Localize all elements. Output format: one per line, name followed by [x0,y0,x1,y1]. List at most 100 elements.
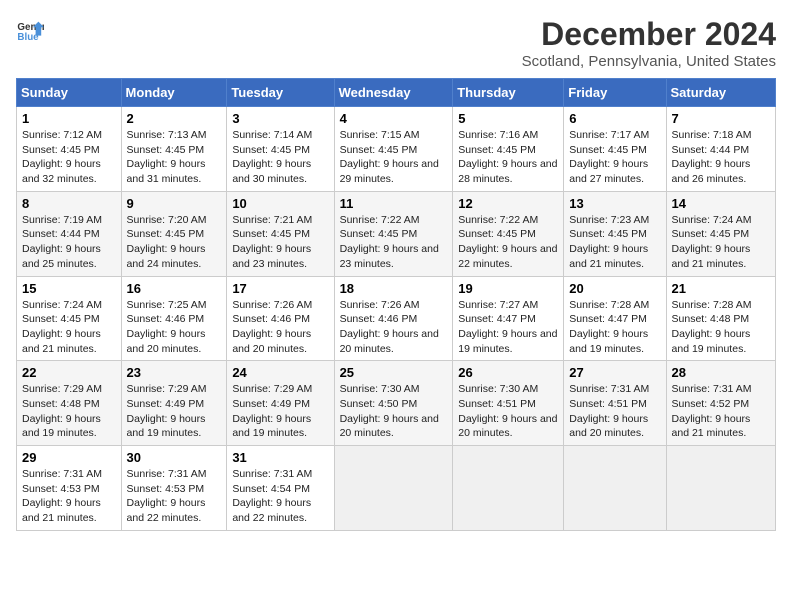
col-header-wednesday: Wednesday [334,79,453,107]
day-number: 4 [340,111,448,126]
col-header-sunday: Sunday [17,79,122,107]
calendar-cell [453,446,564,531]
day-info: Sunrise: 7:13 AMSunset: 4:45 PMDaylight:… [127,128,222,187]
calendar-cell: 22 Sunrise: 7:29 AMSunset: 4:48 PMDaylig… [17,361,122,446]
day-number: 26 [458,365,558,380]
day-number: 16 [127,281,222,296]
day-info: Sunrise: 7:24 AMSunset: 4:45 PMDaylight:… [672,213,770,272]
day-number: 5 [458,111,558,126]
day-number: 24 [232,365,328,380]
day-number: 23 [127,365,222,380]
day-info: Sunrise: 7:29 AMSunset: 4:48 PMDaylight:… [22,382,116,441]
week-row-3: 15 Sunrise: 7:24 AMSunset: 4:45 PMDaylig… [17,276,776,361]
calendar-cell [334,446,453,531]
calendar-cell [564,446,666,531]
calendar-cell: 8 Sunrise: 7:19 AMSunset: 4:44 PMDayligh… [17,191,122,276]
day-info: Sunrise: 7:21 AMSunset: 4:45 PMDaylight:… [232,213,328,272]
day-info: Sunrise: 7:29 AMSunset: 4:49 PMDaylight:… [232,382,328,441]
day-number: 17 [232,281,328,296]
day-number: 20 [569,281,660,296]
day-number: 13 [569,196,660,211]
week-row-1: 1 Sunrise: 7:12 AMSunset: 4:45 PMDayligh… [17,107,776,192]
calendar-cell: 21 Sunrise: 7:28 AMSunset: 4:48 PMDaylig… [666,276,775,361]
week-row-2: 8 Sunrise: 7:19 AMSunset: 4:44 PMDayligh… [17,191,776,276]
week-row-4: 22 Sunrise: 7:29 AMSunset: 4:48 PMDaylig… [17,361,776,446]
title-area: December 2024 Scotland, Pennsylvania, Un… [522,16,776,70]
calendar-cell: 11 Sunrise: 7:22 AMSunset: 4:45 PMDaylig… [334,191,453,276]
day-number: 3 [232,111,328,126]
col-header-saturday: Saturday [666,79,775,107]
calendar-cell: 7 Sunrise: 7:18 AMSunset: 4:44 PMDayligh… [666,107,775,192]
calendar-cell: 26 Sunrise: 7:30 AMSunset: 4:51 PMDaylig… [453,361,564,446]
calendar-cell: 15 Sunrise: 7:24 AMSunset: 4:45 PMDaylig… [17,276,122,361]
day-info: Sunrise: 7:30 AMSunset: 4:51 PMDaylight:… [458,382,558,441]
calendar-cell: 10 Sunrise: 7:21 AMSunset: 4:45 PMDaylig… [227,191,334,276]
day-number: 29 [22,450,116,465]
day-number: 6 [569,111,660,126]
calendar-cell: 28 Sunrise: 7:31 AMSunset: 4:52 PMDaylig… [666,361,775,446]
day-info: Sunrise: 7:22 AMSunset: 4:45 PMDaylight:… [458,213,558,272]
day-info: Sunrise: 7:25 AMSunset: 4:46 PMDaylight:… [127,298,222,357]
day-number: 15 [22,281,116,296]
calendar-cell: 20 Sunrise: 7:28 AMSunset: 4:47 PMDaylig… [564,276,666,361]
day-number: 25 [340,365,448,380]
page-subtitle: Scotland, Pennsylvania, United States [522,53,776,70]
day-info: Sunrise: 7:31 AMSunset: 4:54 PMDaylight:… [232,467,328,526]
header-row: SundayMondayTuesdayWednesdayThursdayFrid… [17,79,776,107]
day-info: Sunrise: 7:24 AMSunset: 4:45 PMDaylight:… [22,298,116,357]
calendar-cell: 14 Sunrise: 7:24 AMSunset: 4:45 PMDaylig… [666,191,775,276]
calendar-cell: 1 Sunrise: 7:12 AMSunset: 4:45 PMDayligh… [17,107,122,192]
calendar-cell: 12 Sunrise: 7:22 AMSunset: 4:45 PMDaylig… [453,191,564,276]
calendar-table: SundayMondayTuesdayWednesdayThursdayFrid… [16,78,776,531]
calendar-cell: 5 Sunrise: 7:16 AMSunset: 4:45 PMDayligh… [453,107,564,192]
calendar-cell: 27 Sunrise: 7:31 AMSunset: 4:51 PMDaylig… [564,361,666,446]
calendar-cell: 16 Sunrise: 7:25 AMSunset: 4:46 PMDaylig… [121,276,227,361]
day-number: 22 [22,365,116,380]
day-info: Sunrise: 7:15 AMSunset: 4:45 PMDaylight:… [340,128,448,187]
header: General Blue December 2024 Scotland, Pen… [16,16,776,70]
day-info: Sunrise: 7:31 AMSunset: 4:51 PMDaylight:… [569,382,660,441]
calendar-cell: 31 Sunrise: 7:31 AMSunset: 4:54 PMDaylig… [227,446,334,531]
calendar-cell: 18 Sunrise: 7:26 AMSunset: 4:46 PMDaylig… [334,276,453,361]
day-number: 27 [569,365,660,380]
calendar-cell: 17 Sunrise: 7:26 AMSunset: 4:46 PMDaylig… [227,276,334,361]
calendar-cell: 24 Sunrise: 7:29 AMSunset: 4:49 PMDaylig… [227,361,334,446]
calendar-cell: 30 Sunrise: 7:31 AMSunset: 4:53 PMDaylig… [121,446,227,531]
day-number: 9 [127,196,222,211]
calendar-cell: 9 Sunrise: 7:20 AMSunset: 4:45 PMDayligh… [121,191,227,276]
day-number: 10 [232,196,328,211]
day-info: Sunrise: 7:18 AMSunset: 4:44 PMDaylight:… [672,128,770,187]
calendar-cell: 23 Sunrise: 7:29 AMSunset: 4:49 PMDaylig… [121,361,227,446]
calendar-cell [666,446,775,531]
day-info: Sunrise: 7:27 AMSunset: 4:47 PMDaylight:… [458,298,558,357]
day-number: 11 [340,196,448,211]
calendar-cell: 3 Sunrise: 7:14 AMSunset: 4:45 PMDayligh… [227,107,334,192]
day-number: 1 [22,111,116,126]
col-header-thursday: Thursday [453,79,564,107]
col-header-friday: Friday [564,79,666,107]
day-info: Sunrise: 7:26 AMSunset: 4:46 PMDaylight:… [232,298,328,357]
day-info: Sunrise: 7:28 AMSunset: 4:47 PMDaylight:… [569,298,660,357]
day-info: Sunrise: 7:31 AMSunset: 4:52 PMDaylight:… [672,382,770,441]
day-number: 31 [232,450,328,465]
day-number: 18 [340,281,448,296]
day-number: 21 [672,281,770,296]
day-number: 8 [22,196,116,211]
page-title: December 2024 [522,16,776,53]
day-number: 19 [458,281,558,296]
col-header-tuesday: Tuesday [227,79,334,107]
day-number: 2 [127,111,222,126]
logo-icon: General Blue [16,16,44,44]
day-number: 7 [672,111,770,126]
day-number: 14 [672,196,770,211]
calendar-cell: 29 Sunrise: 7:31 AMSunset: 4:53 PMDaylig… [17,446,122,531]
day-info: Sunrise: 7:19 AMSunset: 4:44 PMDaylight:… [22,213,116,272]
day-info: Sunrise: 7:22 AMSunset: 4:45 PMDaylight:… [340,213,448,272]
col-header-monday: Monday [121,79,227,107]
day-info: Sunrise: 7:28 AMSunset: 4:48 PMDaylight:… [672,298,770,357]
day-number: 28 [672,365,770,380]
week-row-5: 29 Sunrise: 7:31 AMSunset: 4:53 PMDaylig… [17,446,776,531]
day-info: Sunrise: 7:20 AMSunset: 4:45 PMDaylight:… [127,213,222,272]
calendar-cell: 19 Sunrise: 7:27 AMSunset: 4:47 PMDaylig… [453,276,564,361]
day-info: Sunrise: 7:30 AMSunset: 4:50 PMDaylight:… [340,382,448,441]
